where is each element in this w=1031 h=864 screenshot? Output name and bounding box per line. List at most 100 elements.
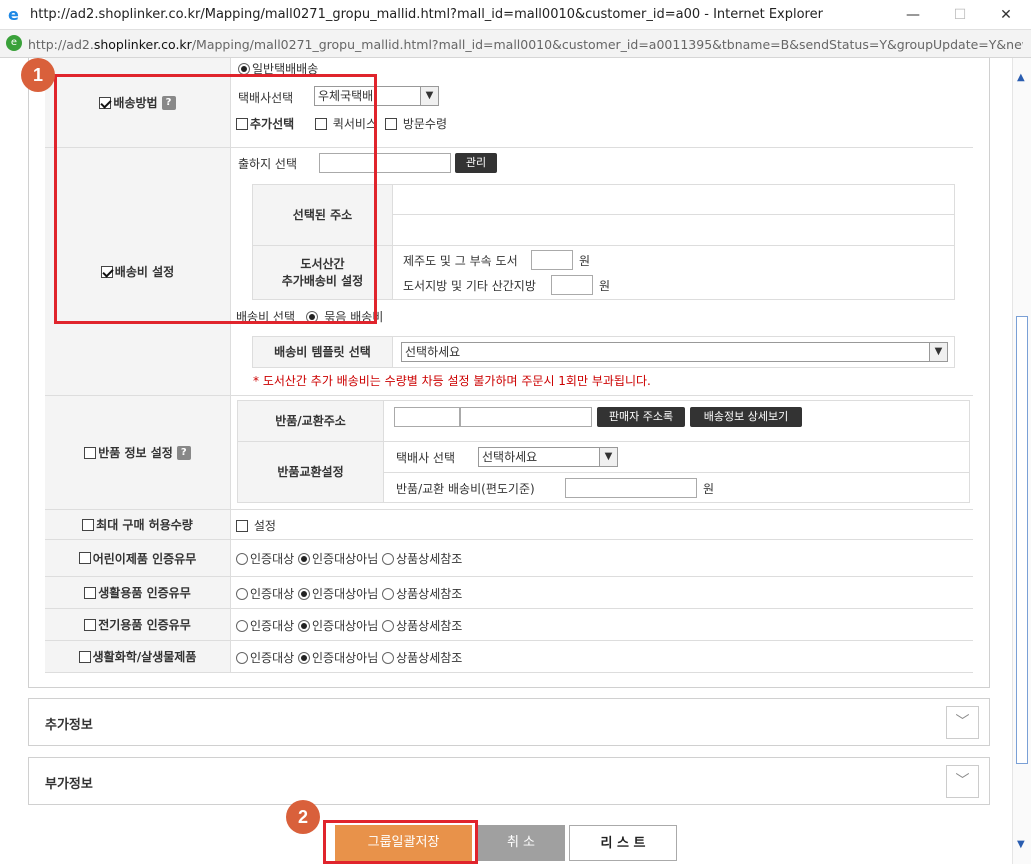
cert-checkbox[interactable]: [78, 552, 91, 564]
cert-not-target-radio[interactable]: [298, 553, 310, 565]
max-qty-row: 최대 구매 허용수량 설정: [45, 510, 973, 540]
cert-not-target-radio[interactable]: [298, 588, 310, 600]
cert-option-label: 상품상세참조: [396, 651, 463, 665]
help-icon[interactable]: ?: [176, 445, 191, 460]
cert-option-label: 인증대상아님: [312, 552, 379, 566]
scroll-down-icon[interactable]: ▼: [1017, 839, 1025, 850]
cert-option-label: 인증대상아님: [312, 651, 379, 665]
extra-info-label: 추가정보: [45, 718, 93, 733]
return-info-checkbox[interactable]: [84, 446, 97, 459]
return-zip-input[interactable]: [394, 407, 460, 427]
max-qty-label: 최대 구매 허용수량: [96, 518, 193, 532]
cert-detail-radio[interactable]: [382, 588, 395, 600]
scrollbar-thumb[interactable]: [1016, 316, 1028, 764]
template-select-value: 선택하세요: [405, 345, 461, 359]
cancel-button[interactable]: 취 소: [477, 825, 565, 861]
return-info-label-cell: 반품 정보 설정?: [45, 396, 231, 509]
cert-option-label: 인증대상아님: [312, 619, 379, 633]
chevron-down-icon[interactable]: ﹀: [946, 706, 979, 739]
highlight-box-2: [323, 820, 478, 864]
visit-pickup-option[interactable]: 방문수령: [385, 115, 447, 132]
max-qty-setting[interactable]: 설정: [236, 517, 276, 534]
return-info-label: 반품 정보 설정: [98, 446, 173, 460]
additional-info-section[interactable]: 부가정보 ﹀: [28, 757, 990, 805]
step-marker-2: 2: [286, 800, 320, 834]
return-address-label: 반품/교환주소: [238, 401, 384, 441]
cert-label: 전기용품 인증유무: [98, 618, 191, 632]
max-qty-setting-checkbox[interactable]: [236, 520, 248, 532]
additional-info-label: 부가정보: [45, 777, 93, 792]
jeju-label: 제주도 및 그 부속 도서: [403, 254, 518, 268]
return-courier-value: 선택하세요: [482, 450, 538, 464]
visit-pickup-checkbox[interactable]: [385, 118, 397, 130]
chevron-down-icon[interactable]: ﹀: [946, 765, 979, 798]
max-qty-label-cell: 최대 구매 허용수량: [45, 510, 231, 539]
cert-label-cell: 어린이제품 인증유무: [45, 540, 231, 576]
return-fee-input[interactable]: [565, 478, 697, 498]
cert-not-target-radio[interactable]: [298, 652, 310, 664]
extra-info-section[interactable]: 추가정보 ﹀: [28, 698, 990, 746]
cert-target-radio[interactable]: [236, 588, 248, 600]
divider: [393, 214, 954, 215]
template-table: 배송비 템플릿 선택 선택하세요 ▼: [252, 336, 955, 368]
won-unit: 원: [599, 279, 611, 293]
chevron-down-icon: ▼: [599, 448, 617, 466]
return-info-row: 반품 정보 설정? 반품/교환주소 판매자 주소록 배송정보 상세보기 반품교환…: [45, 396, 973, 510]
url-domain: shoplinker.co.kr: [93, 37, 192, 52]
cert-label-cell: 생활화학/살생물제품: [45, 641, 231, 672]
url-rest: /Mapping/mall0271_gropu_mallid.html?mall…: [191, 37, 1023, 52]
cert-option-label: 인증대상: [250, 552, 295, 566]
shipping-detail-button[interactable]: 배송정보 상세보기: [690, 407, 802, 427]
maximize-button[interactable]: ☐: [937, 0, 983, 30]
visit-pickup-label: 방문수령: [402, 117, 447, 131]
cert-detail-radio[interactable]: [382, 652, 395, 664]
cert-target-radio[interactable]: [236, 620, 248, 632]
cert-label: 생활용품 인증유무: [98, 586, 191, 600]
cert-option-label: 인증대상: [250, 587, 295, 601]
island-fee-notice: * 도서산간 추가 배송비는 수량별 차등 설정 불가하며 주문시 1회만 부과…: [253, 374, 651, 388]
cert-options: 인증대상 인증대상아님 상품상세참조: [236, 550, 462, 567]
cert-option-label: 인증대상: [250, 619, 295, 633]
cert-option-label: 인증대상아님: [312, 587, 379, 601]
cert-checkbox[interactable]: [78, 650, 91, 663]
cert-checkbox[interactable]: [84, 618, 97, 631]
cert-detail-radio[interactable]: [382, 620, 395, 632]
cert-target-radio[interactable]: [236, 652, 248, 664]
jeju-fee-input[interactable]: [531, 250, 573, 270]
cert-label: 어린이제품 인증유무: [92, 551, 197, 566]
step-marker-1: 1: [21, 58, 55, 92]
address-bar[interactable]: e http://ad2.shoplinker.co.kr/Mapping/ma…: [0, 30, 1031, 58]
minimize-button[interactable]: —: [890, 0, 936, 30]
cert-options: 인증대상 인증대상아님 상품상세참조: [236, 585, 462, 602]
url-text[interactable]: http://ad2.shoplinker.co.kr/Mapping/mall…: [28, 37, 1023, 52]
cert-target-radio[interactable]: [236, 553, 248, 565]
island-other-fee-input[interactable]: [551, 275, 593, 295]
list-button[interactable]: 리 스 트: [569, 825, 677, 861]
close-button[interactable]: ✕: [983, 0, 1029, 30]
return-address-input[interactable]: [460, 407, 592, 427]
seller-address-book-button[interactable]: 판매자 주소록: [597, 407, 685, 427]
cert-detail-radio[interactable]: [382, 553, 395, 565]
scroll-up-icon[interactable]: ▲: [1017, 72, 1025, 83]
cert-row: 전기용품 인증유무 인증대상 인증대상아님 상품상세참조: [45, 609, 973, 641]
max-qty-checkbox[interactable]: [82, 518, 95, 531]
return-setting-label: 반품교환설정: [238, 442, 384, 502]
page-content: 배송방법? 일반택배배송 택배사선택 우체국택배 ▼ 추가선택 퀵서비스 방문수령…: [0, 58, 1012, 864]
internet-explorer-icon: e: [8, 5, 19, 24]
cert-label: 생활화학/살생물제품: [92, 650, 197, 664]
template-label: 배송비 템플릿 선택: [253, 337, 393, 367]
highlight-box-1: [54, 74, 377, 324]
cert-not-target-radio[interactable]: [298, 620, 310, 632]
cert-option-label: 상품상세참조: [396, 587, 463, 601]
return-courier-select[interactable]: 선택하세요 ▼: [478, 447, 618, 467]
url-prefix: http://ad2.: [28, 37, 94, 52]
manage-button[interactable]: 관리: [455, 153, 497, 173]
return-table: 반품/교환주소 판매자 주소록 배송정보 상세보기 반품교환설정 택배사 선택 …: [237, 400, 970, 503]
won-unit: 원: [703, 482, 715, 496]
return-courier-label: 택배사 선택: [396, 451, 456, 465]
cert-options: 인증대상 인증대상아님 상품상세참조: [236, 617, 462, 634]
cert-checkbox[interactable]: [84, 586, 97, 599]
template-select[interactable]: 선택하세요 ▼: [401, 342, 948, 362]
divider: [384, 472, 969, 473]
vertical-scrollbar[interactable]: ▲ ▼: [1012, 58, 1031, 864]
